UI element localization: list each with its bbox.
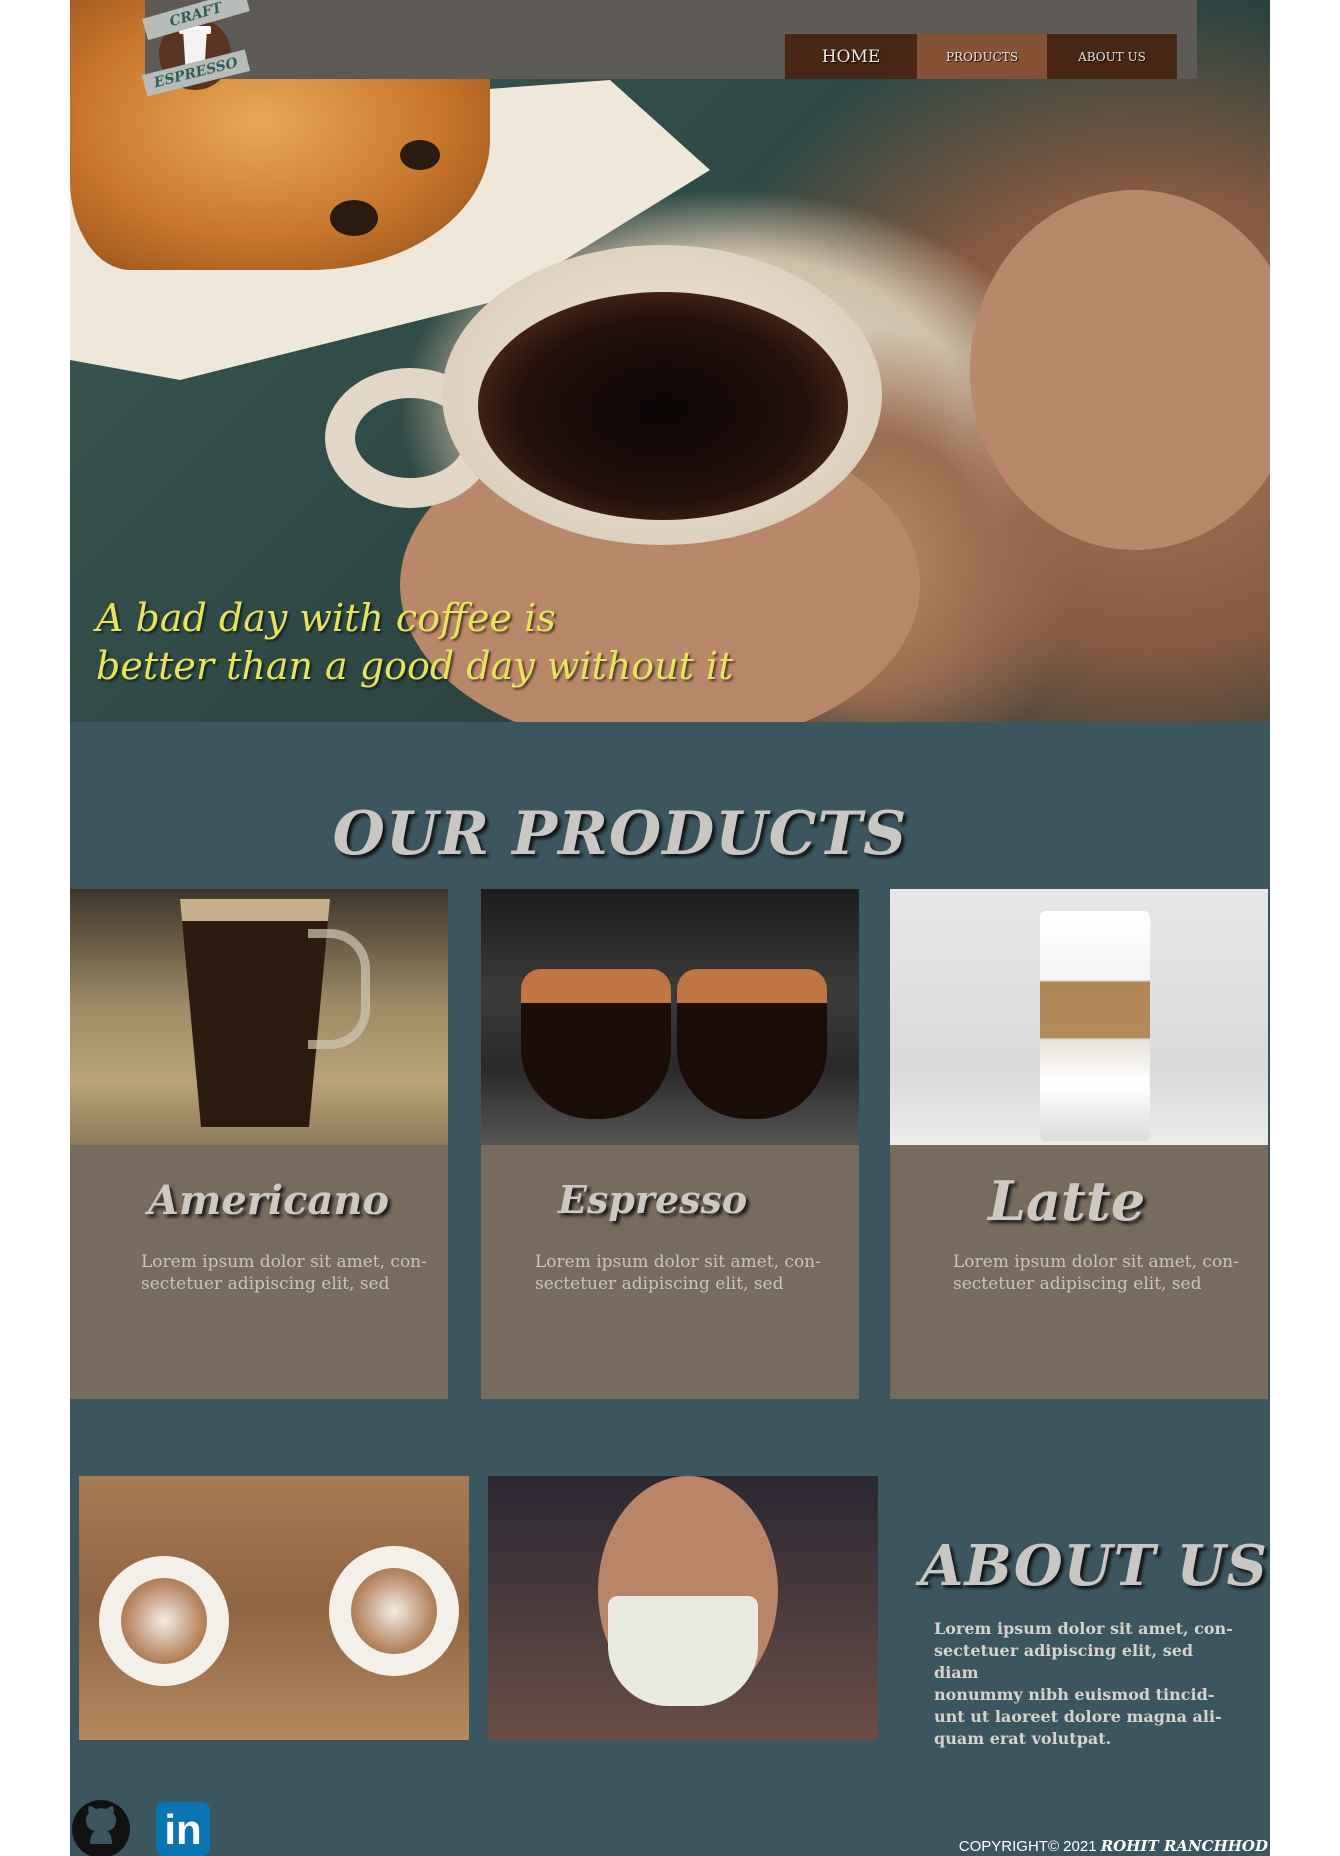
white-cup [608, 1596, 758, 1706]
chocolate-chip [330, 200, 378, 236]
product-description: Lorem ipsum dolor sit amet, con- sectetu… [953, 1251, 1243, 1295]
about-line: nonummy nibh euismod tincid- [934, 1685, 1215, 1704]
product-name: Latte [988, 1169, 1146, 1233]
latte-glass [1040, 911, 1150, 1141]
about-line: Lorem ipsum dolor sit amet, con- [934, 1619, 1233, 1638]
coffee-liquid [478, 292, 848, 520]
about-line: quam erat volutpat. [934, 1729, 1112, 1748]
hand [970, 190, 1270, 550]
about-image-lattes [79, 1476, 469, 1740]
product-description: Lorem ipsum dolor sit amet, con- sectetu… [141, 1251, 431, 1295]
espresso-cup [521, 969, 671, 1119]
linkedin-icon[interactable]: in [156, 1802, 210, 1856]
glass-handle [308, 929, 370, 1049]
copyright: COPYRIGHT© 2021 ROHIT RANCHHOD [959, 1836, 1268, 1856]
description-line1: Lorem ipsum dolor sit amet, con- [535, 1252, 821, 1272]
product-card-americano[interactable]: Americano Lorem ipsum dolor sit amet, co… [70, 889, 448, 1399]
about-title: ABOUT US [920, 1533, 1268, 1599]
nav-products[interactable]: PRODUCTS [917, 34, 1047, 79]
latte-art [351, 1568, 437, 1654]
description-line1: Lorem ipsum dolor sit amet, con- [953, 1252, 1239, 1272]
espresso-cup [677, 969, 827, 1119]
hero-tagline: A bad day with coffee is better than a g… [96, 594, 733, 690]
logo[interactable]: CRAFT ESPRESSO [141, 0, 255, 98]
main-nav: HOME PRODUCTS ABOUT US [785, 34, 1177, 79]
description-line2: sectetuer adipiscing elit, sed [141, 1274, 390, 1294]
about-line: sectetuer adipiscing elit, sed diam [934, 1641, 1194, 1682]
author-name: ROHIT RANCHHOD [1100, 1837, 1268, 1855]
tagline-line2: better than a good day without it [96, 644, 734, 688]
nav-home[interactable]: HOME [785, 34, 917, 79]
description-line2: sectetuer adipiscing elit, sed [953, 1274, 1202, 1294]
about-image-woman-drinking [488, 1476, 878, 1740]
product-card-latte[interactable]: Latte Lorem ipsum dolor sit amet, con- s… [890, 889, 1268, 1399]
latte-art [121, 1578, 207, 1664]
product-description: Lorem ipsum dolor sit amet, con- sectetu… [535, 1251, 825, 1295]
espresso-image [481, 889, 859, 1145]
product-card-espresso[interactable]: Espresso Lorem ipsum dolor sit amet, con… [481, 889, 859, 1399]
product-name: Americano [148, 1177, 390, 1224]
about-text: Lorem ipsum dolor sit amet, con- sectetu… [934, 1618, 1234, 1750]
copyright-text: COPYRIGHT© 2021 [958, 1838, 1101, 1855]
description-line1: Lorem ipsum dolor sit amet, con- [141, 1252, 427, 1272]
tagline-line1: A bad day with coffee is [96, 596, 556, 640]
latte-image [890, 889, 1268, 1145]
header: HOME PRODUCTS ABOUT US [145, 0, 1197, 79]
products-title: OUR PRODUCTS [332, 799, 908, 869]
description-line2: sectetuer adipiscing elit, sed [535, 1274, 784, 1294]
product-name: Espresso [558, 1177, 748, 1222]
hero-image: A bad day with coffee is better than a g… [70, 0, 1270, 722]
page: A bad day with coffee is better than a g… [70, 0, 1270, 1856]
chocolate-chip [400, 140, 440, 170]
nav-about[interactable]: ABOUT US [1047, 34, 1177, 79]
about-line: unt ut laoreet dolore magna ali- [934, 1707, 1222, 1726]
americano-image [70, 889, 448, 1145]
github-icon[interactable] [72, 1800, 130, 1856]
